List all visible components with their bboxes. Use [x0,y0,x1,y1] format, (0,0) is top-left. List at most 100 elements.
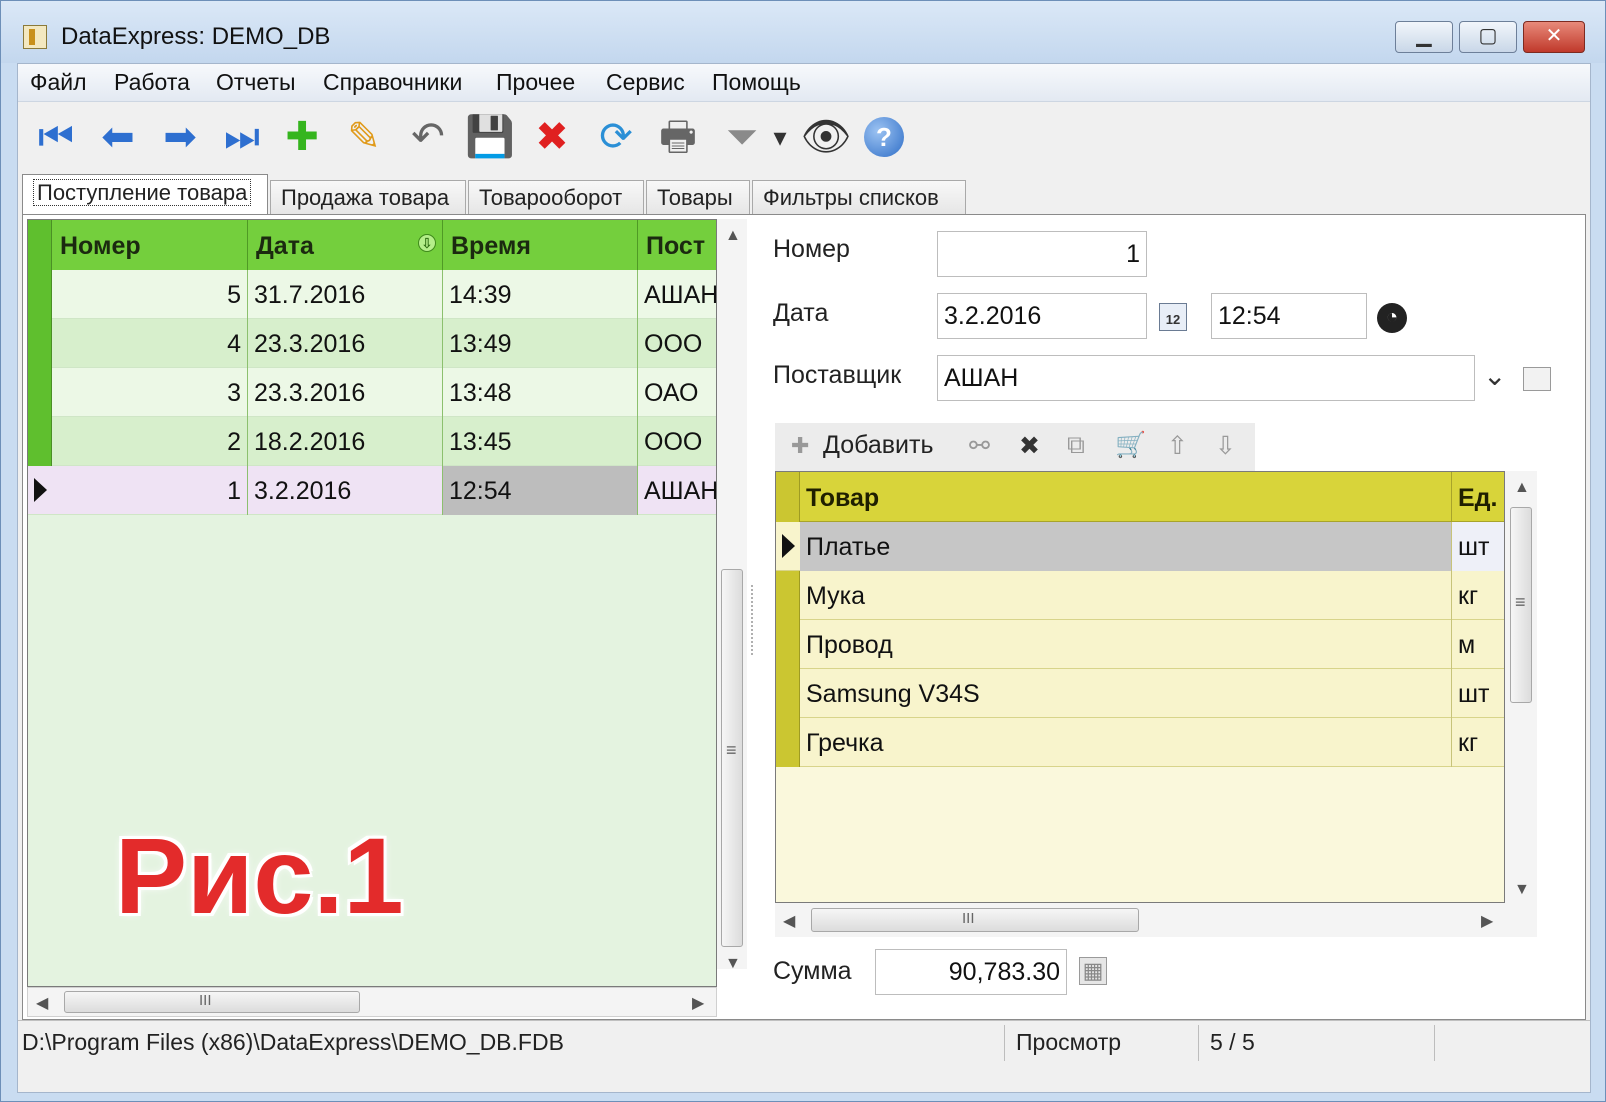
prev-record-icon[interactable]: ⬅ [92,111,144,163]
filter-icon[interactable]: ⏷ [716,111,768,163]
scroll-up-icon[interactable]: ▲ [725,227,741,245]
refresh-icon[interactable]: ⟳ [590,111,642,163]
scroll-left-icon[interactable]: ◀ [783,911,795,931]
menu-reports[interactable]: Отчеты [216,69,296,96]
add-item-button[interactable]: Добавить [823,431,934,460]
cell-time: 13:45 [443,417,638,466]
table-row[interactable]: 4 23.3.2016 13:49 ООО [28,319,716,368]
copy-icon[interactable]: ⧉ [1067,431,1085,460]
add-icon[interactable]: ✚ [276,111,328,163]
menu-help[interactable]: Помощь [712,69,801,96]
close-button[interactable]: ✕ [1523,21,1585,53]
cell-supplier: АШАН [644,477,717,505]
items-grid[interactable]: Товар Ед. Платье шт Мука кг Провод м Samsung V… [775,471,1505,903]
table-row[interactable]: 5 31.7.2016 14:39 АШАН [28,270,716,319]
status-bar: D:\Program Files (x86)\DataExpress\DEMO_… [18,1020,1590,1064]
table-row[interactable]: 2 18.2.2016 13:45 ООО [28,417,716,466]
header-indicator [776,472,800,522]
items-horizontal-scrollbar[interactable]: ◀ III ▶ [775,903,1537,937]
menu-bar: Файл Работа Отчеты Справочники Прочее Се… [18,64,1590,102]
print-icon[interactable]: 🖶 [652,111,704,163]
column-header-time[interactable]: Время [443,220,638,270]
panel-splitter[interactable] [751,585,757,655]
number-field[interactable]: 1 [937,231,1147,277]
delete-item-icon[interactable]: ✖ [1019,431,1040,461]
menu-file[interactable]: Файл [30,69,87,96]
column-header-product[interactable]: Товар [800,472,1452,522]
move-up-icon[interactable]: ⇧ [1167,431,1188,461]
scroll-thumb[interactable]: III [811,908,1139,932]
time-field[interactable]: 12:54 [1211,293,1367,339]
date-field[interactable]: 3.2.2016 [937,293,1147,339]
table-row[interactable]: Мука кг [776,571,1504,620]
table-row[interactable]: 3 23.3.2016 13:48 ОАО [28,368,716,417]
tab-goods-sale[interactable]: Продажа товара [270,180,466,216]
calculator-icon[interactable]: ▦ [1079,957,1107,985]
column-header-number[interactable]: Номер [52,220,248,270]
minimize-button[interactable]: ▁ [1395,21,1453,53]
items-vertical-scrollbar[interactable]: ▲ ≡ ▼ [1505,471,1537,903]
scroll-thumb[interactable]: ≡ [721,569,743,947]
scroll-thumb[interactable]: ≡ [1510,507,1532,703]
next-record-icon[interactable]: ➡ [154,111,206,163]
clock-icon[interactable]: ◔ [1377,303,1407,333]
scroll-down-icon[interactable]: ▼ [725,955,741,973]
status-separator [1198,1025,1199,1061]
move-down-icon[interactable]: ⇩ [1215,431,1236,461]
save-icon[interactable]: 💾 [464,111,516,163]
scroll-down-icon[interactable]: ▼ [1514,881,1530,899]
column-header-unit[interactable]: Ед. [1452,472,1504,522]
table-row[interactable]: Провод м [776,620,1504,669]
receipts-vertical-scrollbar[interactable]: ▲ ≡ ▼ [717,219,747,972]
open-reference-button[interactable] [1523,367,1551,391]
find-icon[interactable]: ⚯ [969,431,990,461]
filter-dropdown-icon[interactable]: ▾ [768,111,792,163]
find-binoculars-icon[interactable]: 👁 [800,111,852,163]
column-header-supplier[interactable]: Пост [638,220,716,270]
table-row[interactable]: Платье шт [776,522,1504,571]
cell-date: 3.2.2016 [248,466,443,515]
app-logo-icon [23,25,47,49]
cell-product: Платье [800,522,1452,571]
scroll-left-icon[interactable]: ◀ [36,993,48,1013]
cart-icon[interactable]: 🛒 [1115,431,1146,460]
total-label: Сумма [773,957,852,985]
tab-list-filters[interactable]: Фильтры списков [752,180,966,216]
first-record-icon[interactable]: ⏮ [30,111,82,163]
scroll-up-icon[interactable]: ▲ [1514,479,1530,497]
menu-references[interactable]: Справочники [323,69,462,96]
cell-number: 2 [52,417,248,466]
help-icon[interactable]: ? [864,117,904,157]
table-row[interactable]: Гречка кг [776,718,1504,767]
table-row[interactable]: 1 3.2.2016 12:54 АШАН [28,466,717,515]
cell-time: 13:49 [443,319,638,368]
chevron-down-icon[interactable]: ⌄ [1483,359,1506,392]
table-row[interactable]: Samsung V34S шт [776,669,1504,718]
number-label: Номер [773,235,850,263]
scroll-right-icon[interactable]: ▶ [1481,911,1493,931]
menu-service[interactable]: Сервис [606,69,685,96]
tab-goods-receipt[interactable]: Поступление товара [22,174,268,218]
cell-unit: шт [1458,680,1490,708]
scroll-thumb[interactable]: III [64,991,360,1013]
client-area: Файл Работа Отчеты Справочники Прочее Се… [17,63,1591,1093]
receipts-horizontal-scrollbar[interactable]: ◀ III ▶ [27,987,717,1017]
maximize-button[interactable]: ▢ [1459,21,1517,53]
supplier-combobox[interactable]: АШАН [937,355,1475,401]
column-header-date[interactable]: Дата ⇩ [248,220,443,270]
tab-goods[interactable]: Товары [646,180,750,216]
edit-pencil-icon[interactable]: ✎ [338,111,390,163]
last-record-icon[interactable]: ⏭ [216,111,268,163]
undo-icon[interactable]: ↶ [402,111,454,163]
menu-other[interactable]: Прочее [496,69,575,96]
status-record-position: 5 / 5 [1210,1029,1255,1055]
cell-supplier: ООО [644,330,703,358]
title-bar[interactable]: DataExpress: DEMO_DB ▁ ▢ ✕ [1,1,1605,63]
cell-supplier: ОАО [644,379,699,407]
menu-work[interactable]: Работа [114,69,190,96]
tab-turnover[interactable]: Товарооборот [468,180,644,216]
current-row-arrow-icon [782,534,795,558]
scroll-right-icon[interactable]: ▶ [692,993,704,1013]
delete-icon[interactable]: ✖ [526,111,578,163]
calendar-icon[interactable]: 12 [1159,303,1187,331]
